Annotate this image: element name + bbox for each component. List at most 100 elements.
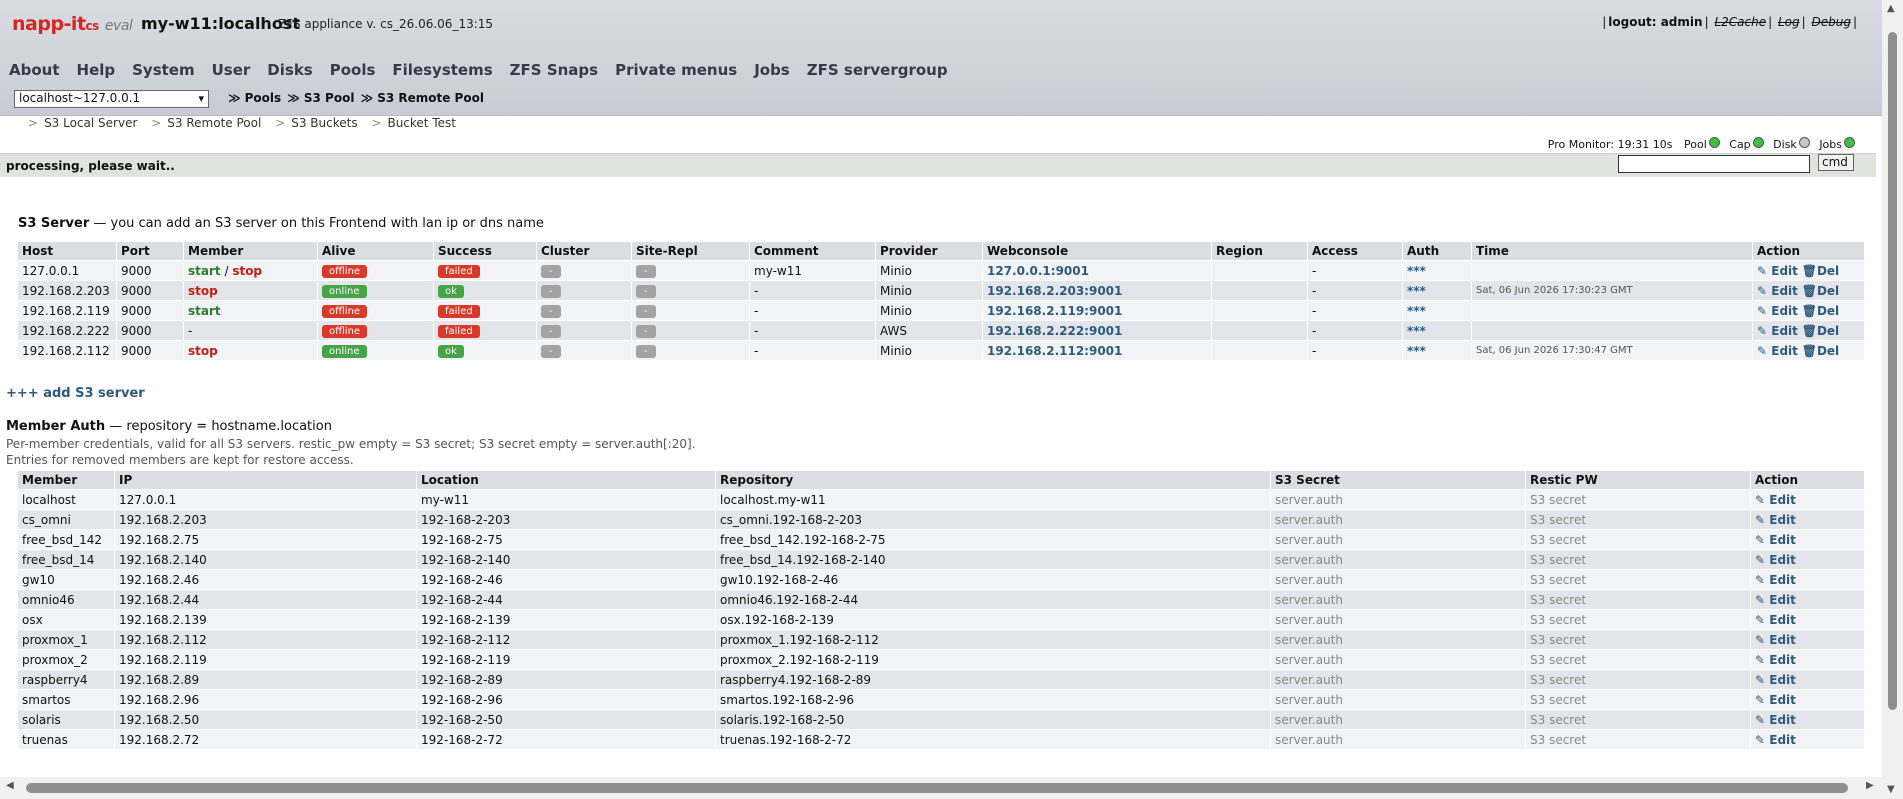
vertical-scroll-thumb[interactable] — [1888, 32, 1897, 710]
subnav-s3-local-server[interactable]: S3 Local Server — [44, 116, 137, 130]
menu-disks[interactable]: Disks — [267, 61, 321, 79]
cell-region — [1211, 340, 1308, 361]
breadcrumb-s3-pool[interactable]: S3 Pool — [304, 91, 355, 105]
cell-restic-pw: S3 secret — [1525, 669, 1751, 690]
cmd-button[interactable]: cmd — [1818, 154, 1854, 171]
auth-link[interactable]: *** — [1407, 284, 1426, 298]
alive-badge: online — [322, 285, 367, 298]
cell-s3-secret: server.auth — [1270, 589, 1526, 610]
edit-button[interactable]: ✎ Edit — [1757, 284, 1798, 298]
menu-help[interactable]: Help — [77, 61, 125, 79]
success-badge: failed — [438, 265, 480, 278]
stop-link[interactable]: stop — [188, 344, 218, 358]
cmd-input[interactable] — [1618, 155, 1810, 173]
horizontal-scroll-thumb[interactable] — [26, 783, 1848, 793]
edit-button[interactable]: ✎ Edit — [1755, 653, 1796, 667]
del-button[interactable]: 🗑Del — [1802, 344, 1839, 358]
s3-server-heading: S3 Server — you can add an S3 server on … — [18, 216, 544, 231]
edit-button[interactable]: ✎ Edit — [1755, 533, 1796, 547]
scroll-up-arrow-icon[interactable]: ▲ — [1887, 3, 1895, 14]
host-select[interactable]: localhost~127.0.0.1 ▾ — [14, 90, 209, 108]
l2cache-link[interactable]: L2Cache — [1714, 15, 1766, 29]
cell-member: truenas — [17, 729, 115, 750]
del-button[interactable]: 🗑Del — [1802, 304, 1839, 318]
chevron-down-icon: ▾ — [198, 92, 204, 105]
cell-restic-pw: S3 secret — [1525, 569, 1751, 590]
scroll-down-arrow-icon[interactable]: ▼ — [1887, 784, 1895, 795]
pencil-icon: ✎ — [1755, 692, 1766, 707]
breadcrumb-separator-icon: ≫ — [360, 91, 374, 105]
monitor-pool-label[interactable]: Pool — [1684, 138, 1707, 151]
menu-pools[interactable]: Pools — [330, 61, 385, 79]
col-host: Host — [17, 241, 117, 261]
cell-ip: 192.168.2.50 — [114, 709, 417, 730]
log-link[interactable]: Log — [1778, 15, 1800, 29]
cell-site-repl: - — [631, 300, 750, 321]
edit-button[interactable]: ✎ Edit — [1757, 344, 1798, 358]
edit-button[interactable]: ✎ Edit — [1755, 613, 1796, 627]
edit-button[interactable]: ✎ Edit — [1755, 673, 1796, 687]
cell-time: Sat, 06 Jun 2026 17:30:23 GMT — [1471, 280, 1753, 301]
breadcrumb-pools[interactable]: Pools — [245, 91, 282, 105]
del-button[interactable]: 🗑Del — [1802, 324, 1839, 338]
webconsole-link[interactable]: 192.168.2.119:9001 — [987, 304, 1122, 318]
napp-it-logo[interactable]: napp-itcs eval — [12, 13, 133, 35]
auth-link[interactable]: *** — [1407, 344, 1426, 358]
edit-button[interactable]: ✎ Edit — [1755, 573, 1796, 587]
subnav-s3-remote-pool[interactable]: S3 Remote Pool — [167, 116, 261, 130]
edit-button[interactable]: ✎ Edit — [1755, 493, 1796, 507]
start-link[interactable]: start — [188, 264, 221, 278]
cell-s3-secret: server.auth — [1270, 709, 1526, 730]
monitor-jobs-label[interactable]: Jobs — [1819, 138, 1842, 151]
menu-zfs-servergroup[interactable]: ZFS servergroup — [807, 61, 957, 79]
monitor-cap-label[interactable]: Cap — [1729, 138, 1750, 151]
menu-jobs[interactable]: Jobs — [754, 61, 799, 79]
menu-system[interactable]: System — [132, 61, 203, 79]
horizontal-scrollbar[interactable]: ◀ ▶ — [0, 777, 1882, 799]
edit-button[interactable]: ✎ Edit — [1755, 633, 1796, 647]
menu-private-menus[interactable]: Private menus — [615, 61, 746, 79]
cell-provider: Minio — [875, 260, 983, 281]
edit-button[interactable]: ✎ Edit — [1755, 593, 1796, 607]
edit-button[interactable]: ✎ Edit — [1757, 324, 1798, 338]
pencil-icon: ✎ — [1757, 343, 1768, 358]
webconsole-link[interactable]: 192.168.2.203:9001 — [987, 284, 1122, 298]
scroll-left-arrow-icon[interactable]: ◀ — [6, 780, 14, 791]
cell-alive: offline — [317, 300, 434, 321]
monitor-disk-label[interactable]: Disk — [1773, 138, 1797, 151]
edit-button[interactable]: ✎ Edit — [1755, 693, 1796, 707]
edit-button[interactable]: ✎ Edit — [1755, 733, 1796, 747]
subnav-s3-buckets[interactable]: S3 Buckets — [291, 116, 357, 130]
edit-button[interactable]: ✎ Edit — [1757, 304, 1798, 318]
add-s3-server-link[interactable]: +++ add S3 server — [6, 386, 145, 401]
scroll-right-arrow-icon[interactable]: ▶ — [1866, 780, 1874, 791]
auth-link[interactable]: *** — [1407, 324, 1426, 338]
edit-button[interactable]: ✎ Edit — [1755, 713, 1796, 727]
auth-link[interactable]: *** — [1407, 264, 1426, 278]
subnav-bucket-test[interactable]: Bucket Test — [387, 116, 456, 130]
menu-zfs-snaps[interactable]: ZFS Snaps — [510, 61, 607, 79]
stop-link[interactable]: stop — [188, 284, 218, 298]
edit-button[interactable]: ✎ Edit — [1757, 264, 1798, 278]
breadcrumb-s3-remote-pool[interactable]: S3 Remote Pool — [377, 91, 484, 105]
edit-button[interactable]: ✎ Edit — [1755, 513, 1796, 527]
menu-filesystems[interactable]: Filesystems — [392, 61, 501, 79]
webconsole-link[interactable]: 192.168.2.222:9001 — [987, 324, 1122, 338]
debug-link[interactable]: Debug — [1811, 15, 1850, 29]
stop-link[interactable]: stop — [232, 264, 262, 278]
cell-restic-pw: S3 secret — [1525, 549, 1751, 570]
cell-ip: 192.168.2.46 — [114, 569, 417, 590]
webconsole-link[interactable]: 192.168.2.112:9001 — [987, 344, 1122, 358]
menu-user[interactable]: User — [212, 61, 260, 79]
menu-about[interactable]: About — [9, 61, 69, 79]
del-button[interactable]: 🗑Del — [1802, 264, 1839, 278]
pencil-icon: ✎ — [1755, 732, 1766, 747]
webconsole-link[interactable]: 127.0.0.1:9001 — [987, 264, 1089, 278]
vertical-scrollbar[interactable]: ▲ ▼ — [1882, 0, 1903, 799]
col-webconsole: Webconsole — [982, 241, 1212, 261]
del-button[interactable]: 🗑Del — [1802, 284, 1839, 298]
logout-link[interactable]: logout: admin — [1608, 15, 1702, 29]
edit-button[interactable]: ✎ Edit — [1755, 553, 1796, 567]
start-link[interactable]: start — [188, 304, 221, 318]
auth-link[interactable]: *** — [1407, 304, 1426, 318]
